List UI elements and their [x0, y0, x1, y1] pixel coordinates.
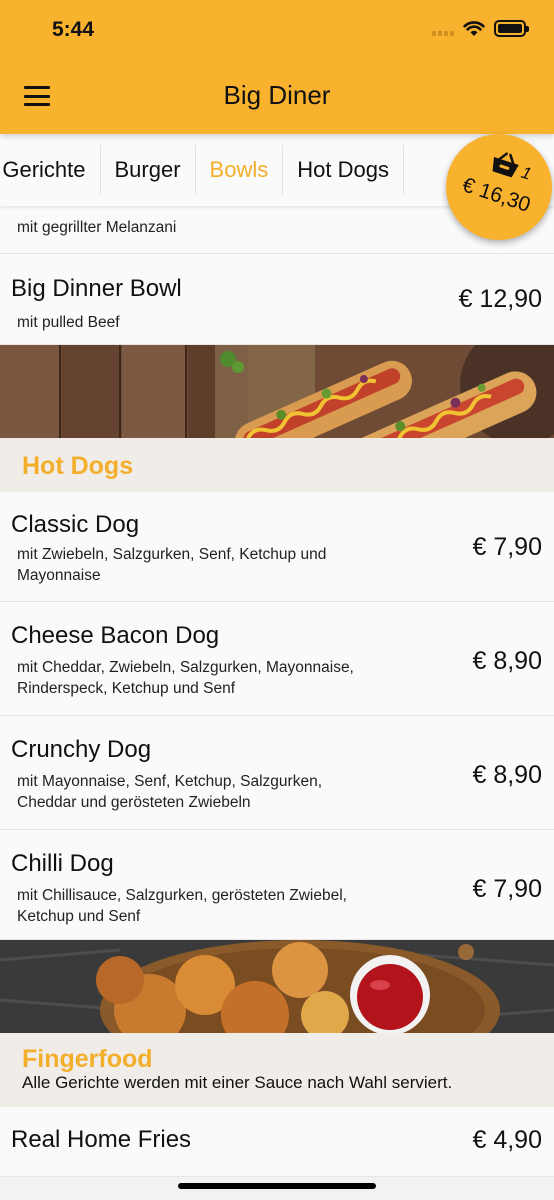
item-description: mit Chillisauce, Salzgurken, gerösteten …: [17, 887, 347, 925]
item-price: € 4,90: [472, 1126, 542, 1154]
tab-bowls[interactable]: Bowls: [196, 145, 284, 195]
item-title: Classic Dog: [11, 511, 140, 538]
item-description: mit Mayonnaise, Senf, Ketchup, Salzgurke…: [17, 773, 322, 811]
section-title: Hot Dogs: [22, 452, 134, 480]
item-price: € 8,90: [472, 761, 542, 789]
item-title: Chilli Dog: [11, 850, 114, 877]
app-header: 5:44 Big Diner: [0, 0, 554, 134]
item-description: mit pulled Beef: [17, 314, 120, 331]
list-item[interactable]: Crunchy Dog mit Mayonnaise, Senf, Ketchu…: [0, 716, 554, 830]
item-description: mit Cheddar, Zwiebeln, Salzgurken, Mayon…: [17, 659, 354, 697]
tab-burger[interactable]: Burger: [101, 145, 196, 195]
section-title: Fingerfood: [22, 1045, 153, 1073]
item-title: Real Home Fries: [11, 1126, 192, 1153]
cart-button[interactable]: 1 € 16,30: [446, 134, 552, 240]
item-title: Crunchy Dog: [11, 736, 152, 763]
item-description: mit gegrillter Melanzani: [17, 219, 177, 236]
item-price: € 12,90: [458, 285, 542, 313]
status-time: 5:44: [52, 18, 95, 41]
cart-count: 1: [518, 162, 534, 184]
item-price: € 7,90: [472, 533, 542, 561]
list-item[interactable]: Classic Dog mit Zwiebeln, Salzgurken, Se…: [0, 492, 554, 602]
list-item[interactable]: Chilli Dog mit Chillisauce, Salzgurken, …: [0, 830, 554, 940]
item-title: Cheese Bacon Dog: [11, 622, 220, 649]
item-description: mit Zwiebeln, Salzgurken, Senf, Ketchup …: [17, 546, 327, 584]
home-indicator: [178, 1183, 376, 1189]
basket-icon: [492, 152, 519, 178]
list-item[interactable]: Cheese Bacon Dog mit Cheddar, Zwiebeln, …: [0, 602, 554, 716]
item-price: € 8,90: [472, 647, 542, 675]
hot-dog-banner-image: [0, 345, 554, 438]
section-note: Alle Gerichte werden mit einer Sauce nac…: [22, 1073, 453, 1092]
section-header-fingerfood: Fingerfood Alle Gerichte werden mit eine…: [0, 1033, 554, 1107]
status-icons: [432, 20, 529, 37]
item-title: Big Dinner Bowl: [11, 275, 182, 302]
menu-list: mit gegrillter Melanzani Big Dinner Bowl…: [0, 206, 554, 1177]
item-price: € 7,90: [472, 875, 542, 903]
tab-alle-gerichte[interactable]: e Gerichte: [0, 145, 101, 195]
section-header-hot-dogs: Hot Dogs: [0, 438, 554, 492]
tab-hot-dogs[interactable]: Hot Dogs: [283, 145, 404, 195]
wifi-icon: [463, 20, 485, 36]
battery-icon: [494, 20, 529, 37]
signal-icon: [432, 22, 454, 36]
fingerfood-banner-image: [0, 940, 554, 1033]
app-title: Big Diner: [223, 80, 331, 110]
list-item[interactable]: Big Dinner Bowl mit pulled Beef € 12,90: [0, 254, 554, 345]
list-item[interactable]: Real Home Fries € 4,90: [0, 1107, 554, 1177]
